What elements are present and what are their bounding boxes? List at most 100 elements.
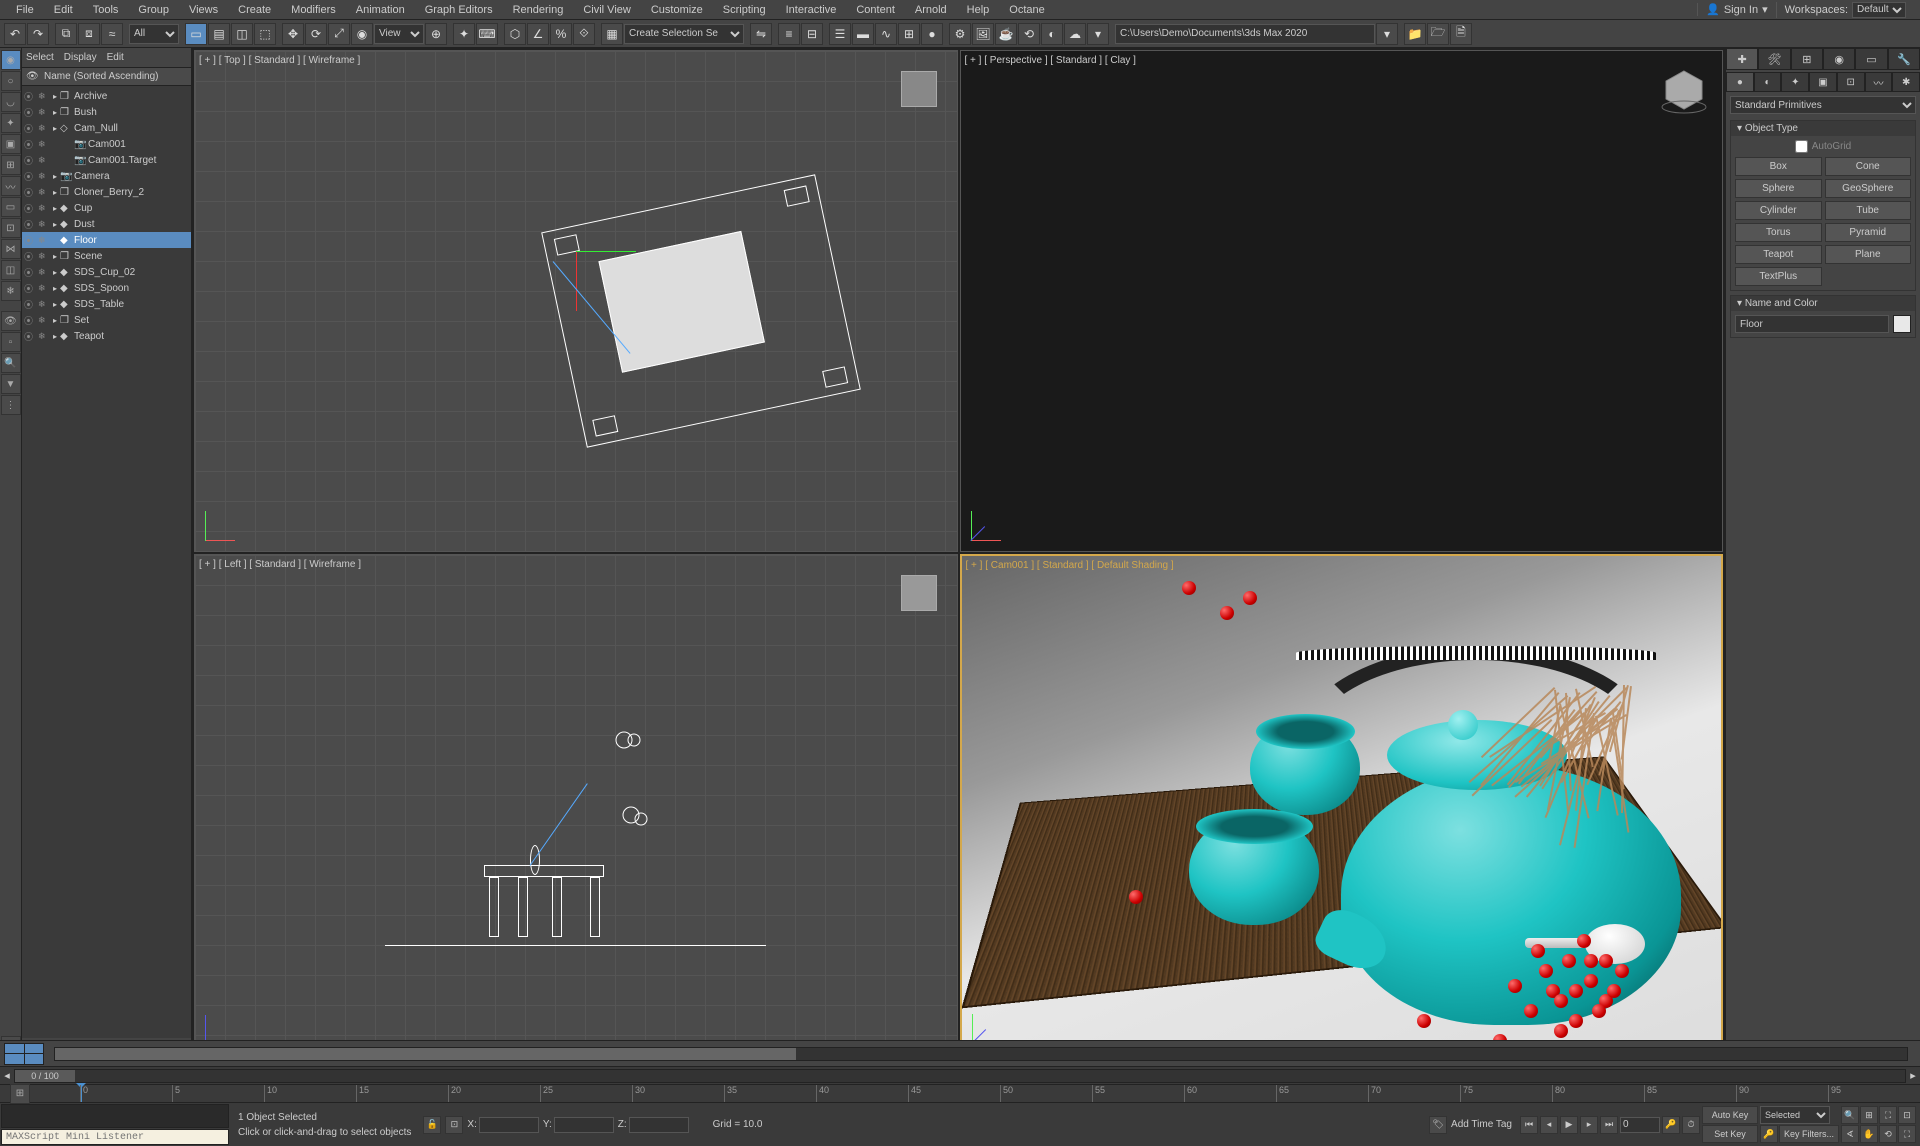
menu-octane[interactable]: Octane [999,2,1054,18]
lt-shapes[interactable]: ◡ [1,92,21,112]
add-time-tag-label[interactable]: Add Time Tag [1451,1119,1512,1130]
primitive-plane-button[interactable]: Plane [1825,245,1912,264]
rotate-button[interactable]: ⟳ [305,23,327,45]
maxscript-output[interactable] [1,1104,229,1128]
align-flyout-button[interactable]: ⊟ [801,23,823,45]
menu-edit[interactable]: Edit [44,2,83,18]
expand-arrow[interactable]: ▸ [50,300,60,309]
layer-explorer-button[interactable]: ☰ [829,23,851,45]
object-name-field[interactable] [1735,315,1889,333]
menu-graph-editors[interactable]: Graph Editors [415,2,503,18]
freeze-toggle[interactable]: ❄ [38,283,50,294]
tree-item-camera[interactable]: ⦿❄▸📷Camera [22,168,191,184]
current-frame-field[interactable] [1620,1117,1660,1133]
lt-frozen[interactable]: ❄ [1,281,21,301]
expand-arrow[interactable]: ▸ [50,268,60,277]
menu-tools[interactable]: Tools [83,2,129,18]
setkey-button[interactable]: Set Key [1702,1125,1758,1143]
rollout-object-type-header[interactable]: ▾ Object Type [1731,121,1915,136]
autogrid-checkbox[interactable] [1795,140,1808,153]
cmd-tab-motion[interactable]: ◉ [1823,48,1855,70]
material-editor-button[interactable]: ● [921,23,943,45]
select-button[interactable]: ▭ [185,23,207,45]
viewcube-top[interactable] [889,59,949,119]
set-key-big-button[interactable]: 🔑 [1760,1125,1778,1143]
cmd-tab-display[interactable]: ▭ [1855,48,1887,70]
visibility-toggle[interactable]: ⦿ [24,266,38,279]
primitive-cone-button[interactable]: Cone [1825,157,1912,176]
zoom-all-button[interactable]: ⊞ [1860,1106,1878,1124]
next-frame-button[interactable]: ▸ [1580,1116,1598,1134]
expand-arrow[interactable]: ▸ [50,172,60,181]
subtab-helpers[interactable]: ⊡ [1837,72,1865,92]
lock-selection-button[interactable]: 🔓 [423,1116,441,1134]
viewport-hscroll[interactable] [54,1047,1908,1061]
fov-button[interactable]: ∢ [1841,1125,1859,1143]
tree-item-floor[interactable]: ⦿❄◆Floor [22,232,191,248]
key-target-dropdown[interactable]: Selected [1760,1106,1830,1124]
zoom-button[interactable]: 🔍 [1841,1106,1859,1124]
project-path-field[interactable] [1115,24,1375,44]
keyboard-shortcut-button[interactable]: ⌨ [476,23,498,45]
visibility-toggle[interactable]: ⦿ [24,218,38,231]
menu-group[interactable]: Group [128,2,179,18]
visibility-toggle[interactable]: ⦿ [24,106,38,119]
primitive-textplus-button[interactable]: TextPlus [1735,267,1822,286]
timeline-config-button[interactable]: ⊞ [10,1084,30,1104]
render-iterative-button[interactable]: ⟲ [1018,23,1040,45]
lt-containers[interactable]: ◫ [1,260,21,280]
orbit-button[interactable]: ⟲ [1879,1125,1897,1143]
se-tab-select[interactable]: Select [26,52,54,63]
expand-arrow[interactable]: ▸ [50,108,60,117]
expand-arrow[interactable]: ▸ [50,188,60,197]
menu-scripting[interactable]: Scripting [713,2,776,18]
bind-button[interactable]: ≈ [101,23,123,45]
redo-button[interactable]: ↷ [27,23,49,45]
menu-civil-view[interactable]: Civil View [573,2,640,18]
visibility-toggle[interactable]: ⦿ [24,250,38,263]
autoback-button[interactable]: 🗎 [1450,23,1472,45]
menu-help[interactable]: Help [957,2,1000,18]
freeze-toggle[interactable]: ❄ [38,91,50,102]
autokey-button[interactable]: Auto Key [1702,1106,1758,1124]
time-tag-button[interactable]: 🏷 [1429,1116,1447,1134]
object-color-swatch[interactable] [1893,315,1911,333]
expand-arrow[interactable]: ▸ [50,124,60,133]
goto-end-button[interactable]: ⏭ [1600,1116,1618,1134]
visibility-toggle[interactable]: ⦿ [24,330,38,343]
primitive-torus-button[interactable]: Torus [1735,223,1822,242]
expand-arrow[interactable]: ▸ [50,220,60,229]
primitive-tube-button[interactable]: Tube [1825,201,1912,220]
tree-item-cam-null[interactable]: ⦿❄▸◇Cam_Null [22,120,191,136]
selection-region-button[interactable]: ◫ [231,23,253,45]
visibility-toggle[interactable]: ⦿ [24,282,38,295]
render-frame-button[interactable]: 🖼 [972,23,994,45]
workspaces-dropdown[interactable]: Default [1852,2,1906,18]
curve-editor-button[interactable]: ∿ [875,23,897,45]
tree-item-cup[interactable]: ⦿❄▸◆Cup [22,200,191,216]
primitive-cylinder-button[interactable]: Cylinder [1735,201,1822,220]
freeze-toggle[interactable]: ❄ [38,267,50,278]
se-column-header[interactable]: 👁 Name (Sorted Ascending) [22,68,191,86]
menu-rendering[interactable]: Rendering [503,2,574,18]
window-crossing-button[interactable]: ⬚ [254,23,276,45]
menu-arnold[interactable]: Arnold [905,2,957,18]
lt-groups[interactable]: ▭ [1,197,21,217]
zoom-extents-button[interactable]: ⛶ [1879,1106,1897,1124]
viewport-camera[interactable]: [ + ] [ Cam001 ] [ Standard ] [ Default … [960,554,1724,1056]
subtab-shapes[interactable]: ◐ [1754,72,1782,92]
tree-item-dust[interactable]: ⦿❄▸◆Dust [22,216,191,232]
manipulate-button[interactable]: ✦ [453,23,475,45]
freeze-toggle[interactable]: ❄ [38,171,50,182]
lt-geom[interactable]: ○ [1,71,21,91]
subtab-spacewarps[interactable]: 〰 [1865,72,1893,92]
visibility-toggle[interactable]: ⦿ [24,314,38,327]
lt-filter[interactable]: ▼ [1,374,21,394]
tree-item-archive[interactable]: ⦿❄▸❐Archive [22,88,191,104]
visibility-toggle[interactable]: ⦿ [24,186,38,199]
mirror-button[interactable]: ⇋ [750,23,772,45]
edged-faces-button[interactable]: ▦ [601,23,623,45]
viewcube-persp[interactable] [1654,59,1714,119]
render-activeshade-button[interactable]: ◐ [1041,23,1063,45]
lt-select-all[interactable]: ◉ [1,50,21,70]
